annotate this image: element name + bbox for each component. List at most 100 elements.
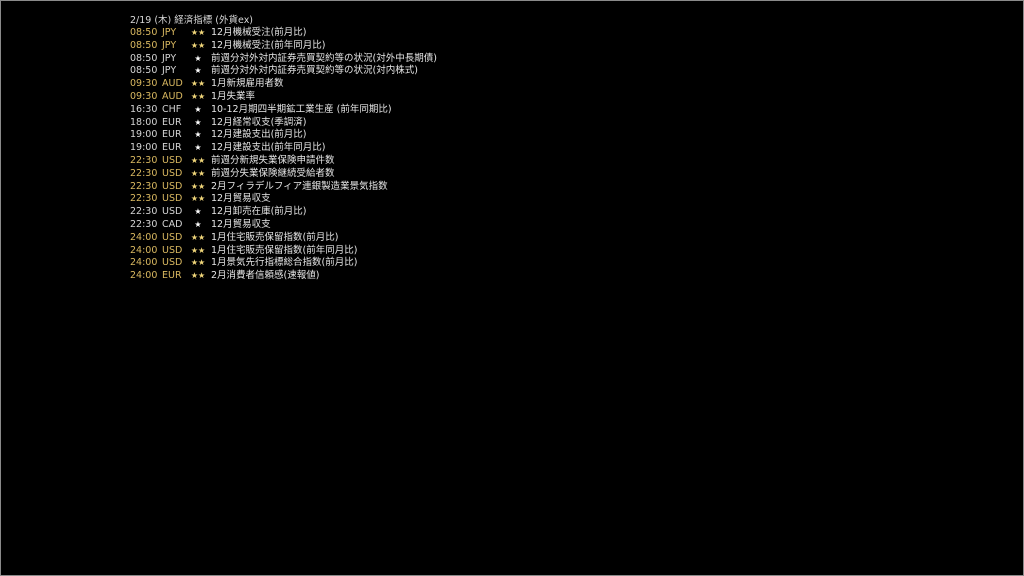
importance-stars-icon: ★★ [190,28,206,37]
event-row: 22:30 USD ★★ 前週分失業保険継続受給者数 [130,168,437,181]
event-time: 24:00 [130,257,158,269]
importance-stars-icon: ★★ [190,181,206,191]
economic-calendar: 2/19 (木) 経済指標 (外貨ex) 08:50 JPY ★★ 12月機械受注(前… [130,14,437,283]
event-title: 12月機械受注(前月比) [211,27,307,38]
event-time: 22:30 [130,154,158,166]
screen: 2/19 (木) 経済指標 (外貨ex) 08:50 JPY ★★ 12月機械受注(前… [0,0,1024,576]
event-time: 19:00 [130,129,158,141]
event-currency: EUR [162,116,182,128]
event-title: 1月景気先行指標総合指数(前月比) [211,257,358,269]
event-currency: JPY [162,65,177,77]
event-time: 22:30 [130,167,158,179]
event-title: 2月フィラデルフィア連銀製造業景気指数 [211,180,388,192]
event-currency: USD [162,206,183,218]
event-time: 08:50 [130,65,158,77]
event-row: 09:30 AUD ★★ 1月新規雇用者数 [130,78,437,91]
event-time: 09:30 [130,78,158,90]
event-title: 12月機械受注(前年同月比) [211,39,326,51]
importance-stars-icon: ★★ [190,79,206,89]
event-time: 16:30 [130,103,158,115]
event-row: 18:00 EUR ★ 12月経常収支(季調済) [130,117,437,130]
event-currency: CAD [162,218,183,230]
importance-stars-icon: ★ [194,117,202,127]
event-time: 22:30 [130,206,158,218]
event-row: 22:30 USD ★★ 前週分新規失業保険申請件数 [130,155,437,168]
event-title: 1月住宅販売保留指数(前年同月比) [211,244,358,256]
event-time: 22:30 [130,180,158,192]
importance-stars-icon: ★★ [190,168,206,178]
event-title: 12月建設支出(前月比) [211,129,307,141]
event-time: 08:50 [130,39,158,51]
importance-stars-icon: ★★ [190,245,206,255]
event-row: 08:50 JPY ★ 前週分対外対内証券売買契約等の状況(対内株式) [130,65,437,78]
event-row: 24:00 USD ★★ 1月住宅販売保留指数(前月比) [130,232,437,245]
event-currency: USD [162,193,183,205]
event-title: 12月経常収支(季調済) [211,116,307,128]
event-title: 前週分失業保険継続受給者数 [211,167,335,179]
event-title: 前週分新規失業保険申請件数 [211,154,335,166]
event-currency: CHF [162,103,182,115]
event-row: 24:00 EUR ★★ 2月消費者信頼感(速報値) [130,270,437,283]
importance-stars-icon: ★ [194,143,202,153]
event-currency: USD [162,167,183,179]
importance-stars-icon: ★ [194,207,202,217]
event-row: 19:00 EUR ★ 12月建設支出(前年同月比) [130,142,437,155]
event-time: 09:30 [130,90,158,102]
event-row: 22:30 USD ★★ 12月貿易収支 [130,193,437,206]
event-row: 24:00 USD ★★ 1月住宅販売保留指数(前年同月比) [130,245,437,258]
event-currency: EUR [162,270,182,282]
event-row: 24:00 USD ★★ 1月景気先行指標総合指数(前月比) [130,257,437,270]
event-row: 16:30 CHF ★ 10-12月期四半期鉱工業生産 (前年同期比) [130,104,437,117]
importance-stars-icon: ★★ [190,40,206,50]
event-title: 2月消費者信頼感(速報値) [211,270,320,282]
event-time: 24:00 [130,231,158,243]
importance-stars-icon: ★★ [190,271,206,281]
event-time: 18:00 [130,116,158,128]
event-currency: JPY [162,39,177,51]
importance-stars-icon: ★★ [190,258,206,268]
event-time: 22:30 [130,193,158,205]
event-currency: USD [162,244,183,256]
importance-stars-icon: ★★ [190,232,206,242]
event-row: 19:00 EUR ★ 12月建設支出(前月比) [130,129,437,142]
event-time: 19:00 [130,142,158,154]
event-currency: AUD [162,78,183,90]
calendar-header: 2/19 (木) 経済指標 (外貨ex) [130,15,254,26]
event-row: 22:30 USD ★★ 2月フィラデルフィア連銀製造業景気指数 [130,181,437,194]
event-title: 12月貿易収支 [211,218,271,230]
event-title: 10-12月期四半期鉱工業生産 (前年同期比) [211,103,392,115]
event-currency: JPY [162,27,177,38]
event-currency: USD [162,154,183,166]
event-row: 08:50 JPY ★★ 12月機械受注(前年同月比) [130,40,437,53]
event-title: 1月失業率 [211,90,256,102]
event-title: 前週分対外対内証券売買契約等の状況(対外中長期債) [211,52,437,64]
event-time: 24:00 [130,244,158,256]
event-title: 1月住宅販売保留指数(前月比) [211,231,339,243]
event-row: 09:30 AUD ★★ 1月失業率 [130,91,437,104]
importance-stars-icon: ★ [194,130,202,140]
event-currency: USD [162,231,183,243]
event-title: 1月新規雇用者数 [211,78,284,90]
event-row: 22:30 CAD ★ 12月貿易収支 [130,219,437,232]
event-row: 08:50 JPY ★★ 12月機械受注(前月比) [130,27,437,40]
importance-stars-icon: ★ [194,53,202,63]
importance-stars-icon: ★★ [190,155,206,165]
event-currency: JPY [162,52,177,64]
importance-stars-icon: ★★ [190,91,206,101]
event-currency: EUR [162,129,182,141]
event-time: 08:50 [130,52,158,64]
event-currency: USD [162,257,183,269]
importance-stars-icon: ★★ [190,194,206,204]
event-title: 12月建設支出(前年同月比) [211,142,326,154]
event-currency: AUD [162,90,183,102]
event-currency: EUR [162,142,182,154]
event-row: 22:30 USD ★ 12月卸売在庫(前月比) [130,206,437,219]
importance-stars-icon: ★ [194,219,202,229]
event-title: 12月卸売在庫(前月比) [211,206,307,218]
importance-stars-icon: ★ [194,104,202,114]
event-row: 08:50 JPY ★ 前週分対外対内証券売買契約等の状況(対外中長期債) [130,53,437,66]
event-title: 12月貿易収支 [211,193,271,205]
event-time: 08:50 [130,27,158,38]
event-list: 08:50 JPY ★★ 12月機械受注(前月比) 08:50 JPY ★★ 12月機械受注(… [130,27,437,283]
event-time: 22:30 [130,218,158,230]
